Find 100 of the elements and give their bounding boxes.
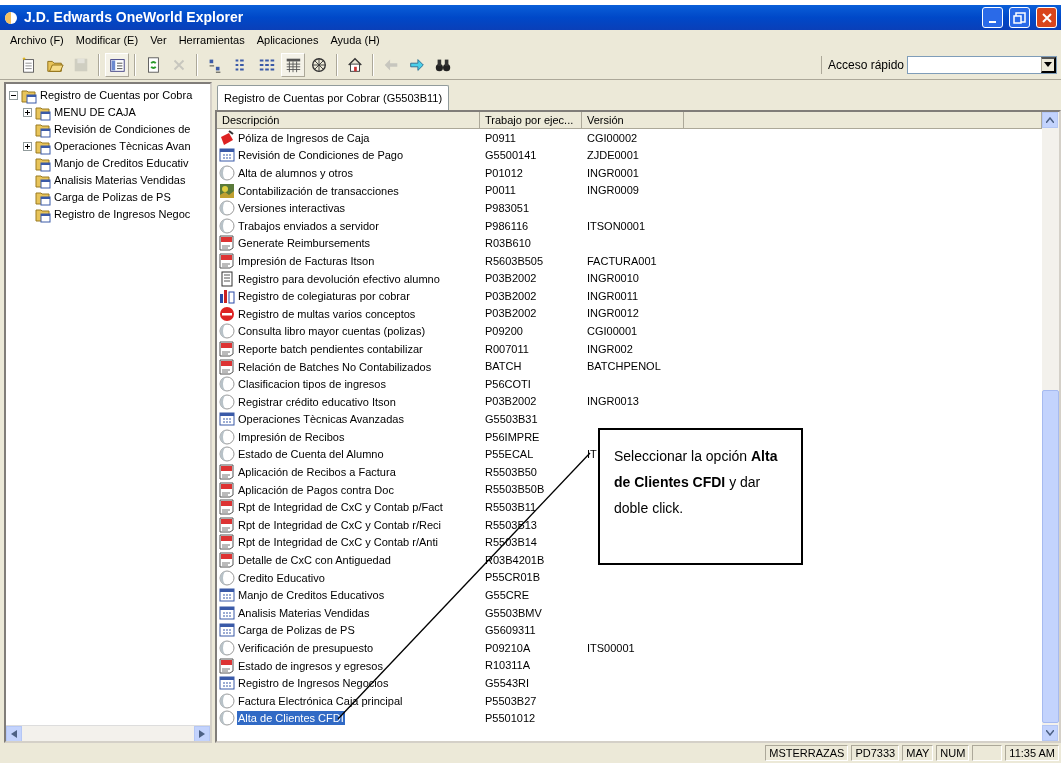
list-item[interactable]: Póliza de Ingresos de Caja bbox=[237, 130, 371, 145]
menu-folder-icon bbox=[35, 155, 51, 172]
scroll-right-button[interactable] bbox=[194, 726, 210, 741]
list-item[interactable]: Estado de ingresos y egresos bbox=[237, 658, 384, 673]
menu-item[interactable]: Archivo (F) bbox=[6, 30, 68, 50]
window-title: J.D. Edwards OneWorld Explorer bbox=[24, 8, 244, 27]
table-cell: P09200 bbox=[485, 325, 523, 338]
list-item[interactable]: Impresión de Recibos bbox=[237, 429, 346, 444]
chevron-down-icon bbox=[1046, 730, 1054, 736]
table-cell: ZJDE0001 bbox=[587, 149, 639, 162]
menu-folder-icon bbox=[35, 138, 51, 155]
toolbar-button[interactable] bbox=[105, 52, 129, 77]
list-item[interactable]: Registro para devolución efectivo alumno bbox=[237, 271, 441, 286]
list-item[interactable]: Generate Reimbursements bbox=[237, 236, 372, 251]
table-cell: R5503B50B bbox=[485, 483, 545, 496]
triangle-left-icon bbox=[11, 730, 17, 738]
maximize-button[interactable] bbox=[1009, 7, 1030, 28]
list-item[interactable]: Consulta libro mayor cuentas (polizas) bbox=[237, 324, 427, 339]
table-cell: R03B610 bbox=[485, 237, 531, 250]
report-icon bbox=[219, 464, 235, 481]
column-header[interactable]: Descripción bbox=[217, 112, 480, 128]
field-label: Acceso rápido bbox=[827, 56, 904, 74]
list-item[interactable]: Aplicación de Recibos a Factura bbox=[237, 465, 397, 480]
globe-icon bbox=[219, 692, 235, 709]
globe-icon bbox=[219, 640, 235, 656]
list-item[interactable]: Registro de multas varios conceptos bbox=[237, 306, 417, 321]
list-item[interactable]: Rpt de Integridad de CxC y Contab p/Fact bbox=[237, 500, 444, 515]
tree-item[interactable]: Operaciones Tècnicas Avan bbox=[54, 138, 191, 155]
scroll-left-button[interactable] bbox=[6, 726, 22, 741]
table-cell: P01012 bbox=[485, 166, 523, 179]
minimize-button[interactable] bbox=[982, 7, 1003, 28]
tree-item[interactable]: Carga de Polizas de PS bbox=[54, 189, 171, 206]
list-item[interactable]: Registro de colegiaturas por cobrar bbox=[237, 289, 411, 304]
globe-icon bbox=[219, 569, 235, 586]
list-item[interactable]: Manjo de Creditos Educativos bbox=[237, 588, 386, 603]
tree-item[interactable]: MENU DE CAJA bbox=[54, 104, 136, 121]
scroll-down-button[interactable] bbox=[1042, 725, 1058, 741]
list-item[interactable]: Versiones interactivas bbox=[237, 201, 346, 216]
expand-toggle[interactable] bbox=[23, 108, 32, 117]
list-item[interactable]: Registrar crédito educativo Itson bbox=[237, 394, 397, 409]
menu-item[interactable]: Aplicaciones bbox=[252, 30, 323, 50]
minus-icon bbox=[10, 92, 17, 99]
list-item[interactable]: Verificación de presupuesto bbox=[237, 641, 375, 655]
tree-item[interactable]: Revisión de Condiciones de bbox=[54, 121, 191, 138]
tree-item[interactable]: Analisis Materias Vendidas bbox=[54, 172, 186, 189]
table-cell: INGR0009 bbox=[587, 184, 639, 197]
table-cell: P03B2002 bbox=[485, 307, 537, 320]
list-item[interactable]: Credito Educativo bbox=[237, 570, 326, 585]
table-cell: P56IMPRE bbox=[485, 430, 540, 443]
column-header[interactable]: Trabajo por ejec... bbox=[480, 112, 582, 128]
table-cell: G5543RI bbox=[485, 676, 530, 689]
caret-icon bbox=[1044, 62, 1052, 67]
expand-toggle[interactable] bbox=[23, 142, 32, 151]
list-item[interactable]: Analisis Materias Vendidas bbox=[237, 605, 371, 620]
tree-item[interactable]: Manjo de Creditos Educativ bbox=[54, 155, 189, 172]
expand-toggle[interactable] bbox=[9, 91, 18, 100]
table-cell: P5503B27 bbox=[485, 694, 537, 707]
table-cell: P03B2002 bbox=[485, 289, 537, 302]
menu-item[interactable]: Ver bbox=[146, 30, 171, 50]
list-item[interactable]: Carga de Polizas de PS bbox=[237, 623, 356, 638]
list-item[interactable]: Alta de alumnos y otros bbox=[237, 166, 354, 180]
tree-item[interactable]: Registro de Cuentas por Cobra bbox=[40, 87, 193, 104]
tab[interactable]: Registro de Cuentas por Cobrar (G5503B11) bbox=[217, 84, 450, 110]
dropdown-button[interactable] bbox=[1041, 56, 1056, 73]
globe-icon bbox=[219, 165, 235, 181]
scrollbar-thumb[interactable] bbox=[1042, 390, 1059, 723]
list-item[interactable]: Operaciones Tècnicas Avanzadas bbox=[237, 412, 405, 427]
table-cell: IT bbox=[587, 448, 597, 461]
list-item[interactable]: Reporte batch pendientes contabilizar bbox=[237, 341, 424, 356]
bar-chart-icon bbox=[219, 288, 235, 305]
menu-item[interactable]: Herramientas bbox=[174, 30, 249, 50]
menu-item[interactable]: Modificar (E) bbox=[71, 30, 143, 50]
table-cell: P0911 bbox=[485, 131, 516, 144]
list-item[interactable]: Contabilización de transacciones bbox=[237, 183, 400, 198]
list-item[interactable]: Estado de Cuenta del Alumno bbox=[237, 447, 385, 462]
calendar-icon bbox=[219, 675, 235, 692]
list-item[interactable]: Impresión de Facturas Itson bbox=[237, 253, 376, 268]
column-header[interactable]: Versión bbox=[582, 112, 684, 128]
list-item[interactable]: Alta de Clientes CFDI bbox=[237, 711, 345, 726]
table-cell: R007011 bbox=[485, 342, 529, 355]
close-button[interactable] bbox=[1036, 7, 1057, 28]
scroll-up-button[interactable] bbox=[1042, 112, 1058, 128]
list-item[interactable]: Rpt de Integridad de CxC y Contab r/Reci bbox=[237, 517, 442, 532]
table-cell: INGR0013 bbox=[587, 395, 639, 408]
menu-item[interactable]: Ayuda (H) bbox=[326, 30, 384, 50]
list-item[interactable]: Clasificacion tipos de ingresos bbox=[237, 377, 387, 392]
toolbar-button[interactable] bbox=[281, 52, 305, 77]
table-cell: P55ECAL bbox=[485, 448, 534, 461]
list-item[interactable]: Trabajos enviados a servidor bbox=[237, 218, 380, 233]
table-cell: CGI00001 bbox=[587, 325, 638, 338]
list-item[interactable]: Aplicación de Pagos contra Doc bbox=[237, 482, 395, 497]
list-item[interactable]: Relación de Batches No Contabilizados bbox=[237, 359, 433, 374]
table-cell: R10311A bbox=[485, 659, 531, 672]
list-item[interactable]: Detalle de CxC con Antiguedad bbox=[237, 553, 392, 568]
tree-item[interactable]: Registro de Ingresos Negoc bbox=[54, 206, 191, 223]
quick-access-field[interactable] bbox=[907, 55, 1057, 74]
list-item[interactable]: Revisión de Condiciones de Pago bbox=[237, 148, 405, 163]
report-icon bbox=[219, 235, 235, 252]
list-item[interactable]: Rpt de Integridad de CxC y Contab r/Anti bbox=[237, 535, 439, 550]
table-cell: G5609311 bbox=[485, 624, 536, 637]
